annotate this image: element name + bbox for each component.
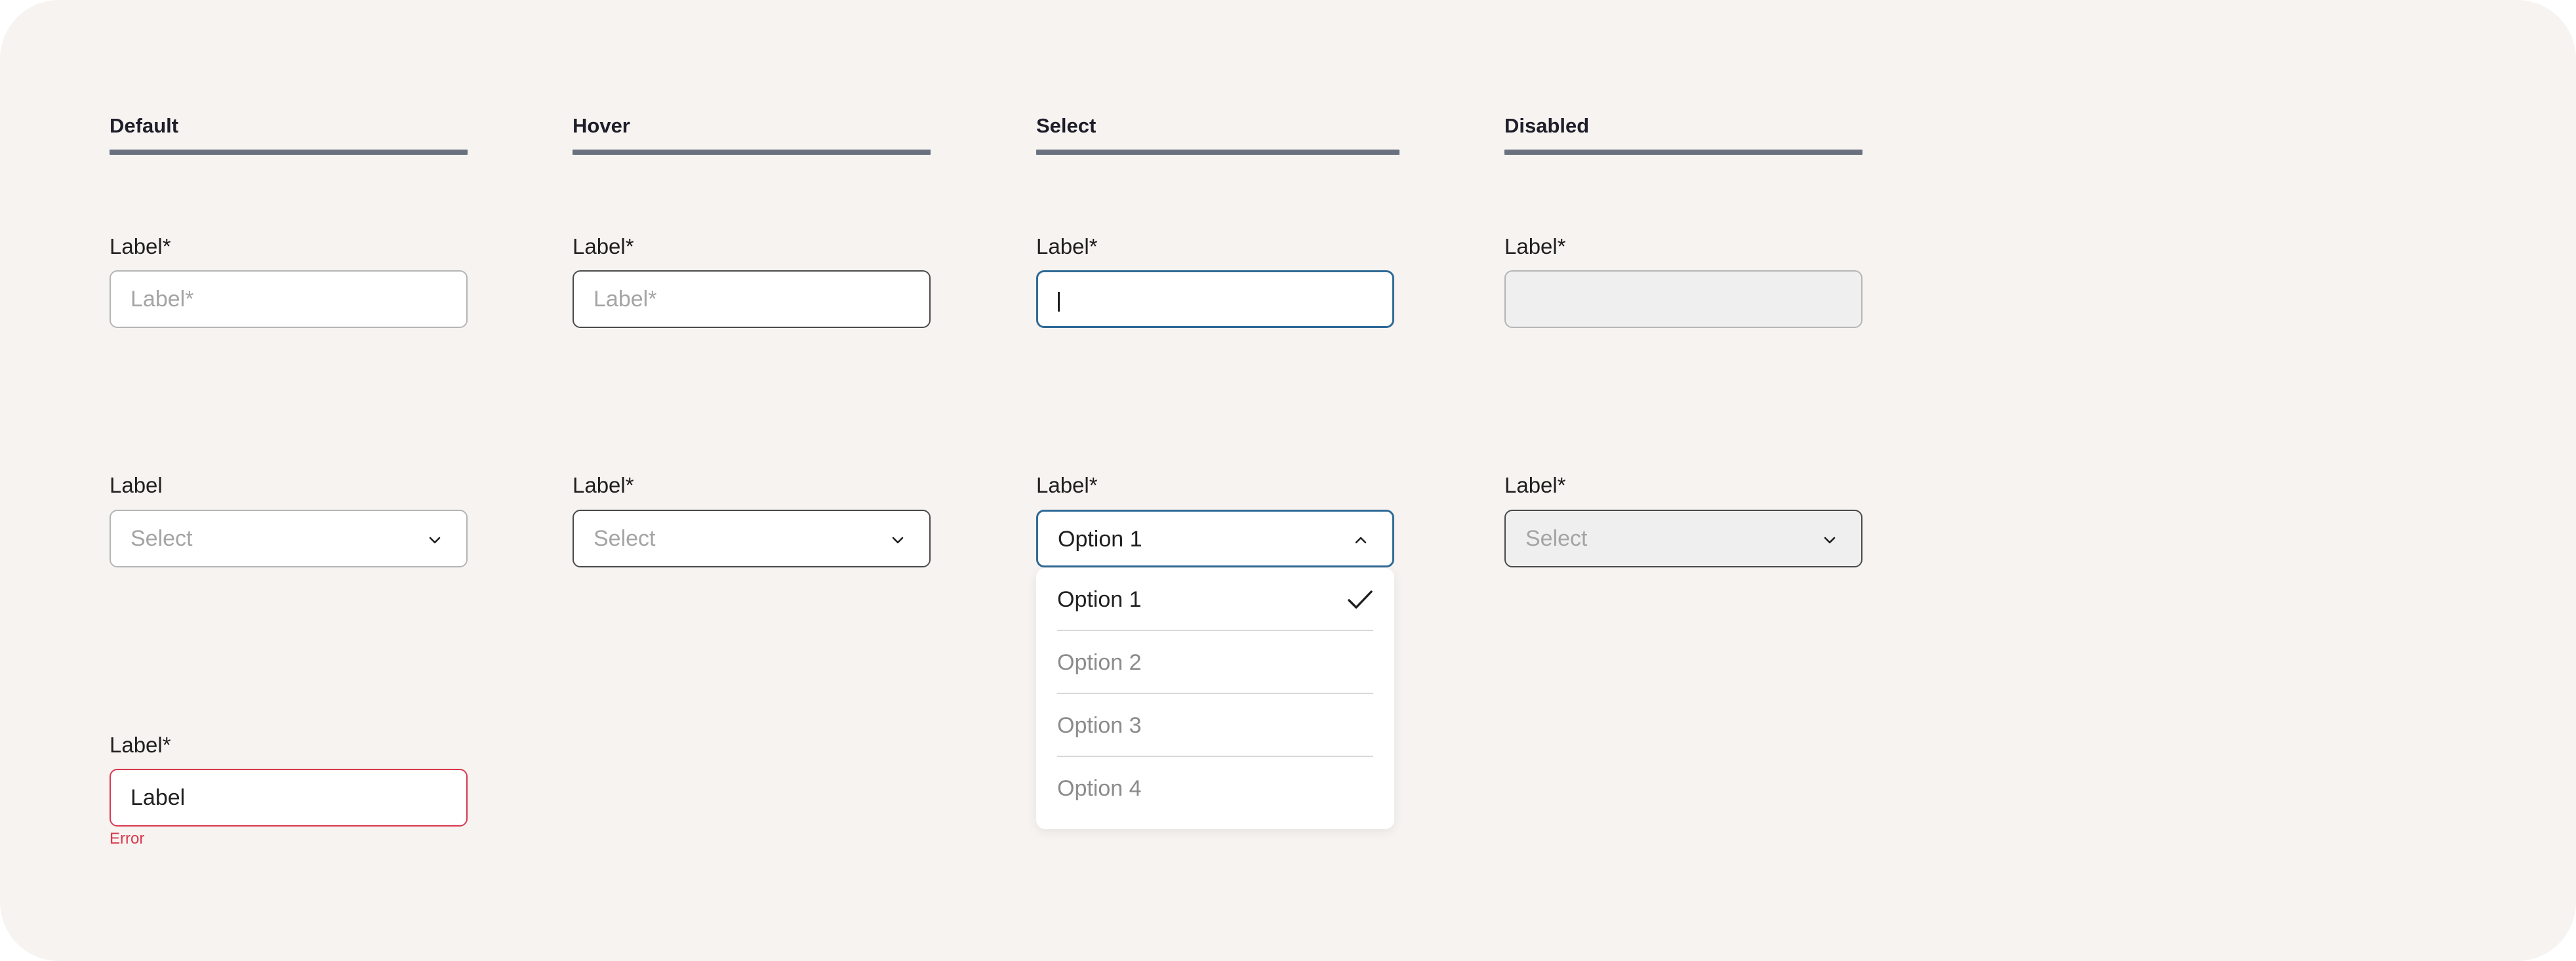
select-open[interactable]: Option 1 bbox=[1036, 510, 1394, 567]
text-input-error[interactable]: Label bbox=[110, 769, 468, 827]
option-label: Option 2 bbox=[1057, 650, 1142, 675]
canvas: Default Hover Select Disabled Label* Lab… bbox=[0, 0, 2576, 961]
dropdown-option[interactable]: Option 3 bbox=[1057, 694, 1373, 757]
select-label-default: Label bbox=[110, 473, 163, 497]
select-placeholder: Select bbox=[131, 526, 193, 551]
placeholder-text: Label* bbox=[131, 287, 194, 312]
column-title: Hover bbox=[573, 114, 630, 137]
select-value: Option 1 bbox=[1058, 527, 1142, 552]
select-label-open: Label* bbox=[1036, 473, 1098, 497]
column-title: Default bbox=[110, 114, 179, 137]
dropdown-option[interactable]: Option 1 bbox=[1057, 568, 1373, 631]
select-label-hover: Label* bbox=[573, 473, 634, 497]
select-default[interactable]: Select bbox=[110, 510, 468, 567]
column-rule bbox=[573, 150, 931, 155]
chevron-up-icon bbox=[1355, 537, 1367, 544]
error-message: Error bbox=[110, 830, 145, 848]
error-field-label: Label* bbox=[110, 733, 171, 757]
text-input-hover[interactable]: Label* bbox=[573, 270, 931, 328]
column-rule bbox=[110, 150, 468, 155]
text-cursor bbox=[1058, 292, 1060, 312]
column-title: Disabled bbox=[1504, 114, 1590, 137]
option-label: Option 3 bbox=[1057, 713, 1142, 738]
chevron-down-icon bbox=[892, 537, 904, 544]
column-title: Select bbox=[1036, 114, 1097, 137]
text-input-focused[interactable] bbox=[1036, 270, 1394, 328]
text-input-default[interactable]: Label* bbox=[110, 270, 468, 328]
select-disabled: Select bbox=[1504, 510, 1862, 567]
text-field-label-select: Label* bbox=[1036, 234, 1098, 258]
input-value: Label bbox=[131, 785, 186, 810]
check-icon bbox=[1348, 590, 1373, 609]
column-header-default: Default bbox=[110, 113, 468, 155]
select-placeholder: Select bbox=[594, 526, 656, 551]
column-header-disabled: Disabled bbox=[1504, 113, 1862, 155]
placeholder-text: Label* bbox=[594, 287, 657, 312]
column-rule bbox=[1036, 150, 1399, 155]
select-placeholder: Select bbox=[1525, 526, 1588, 551]
dropdown-option[interactable]: Option 4 bbox=[1057, 757, 1373, 820]
select-label-disabled: Label* bbox=[1504, 473, 1566, 497]
text-field-label-disabled: Label* bbox=[1504, 234, 1566, 258]
select-hover[interactable]: Select bbox=[573, 510, 931, 567]
text-field-label-hover: Label* bbox=[573, 234, 634, 258]
column-rule bbox=[1504, 150, 1862, 155]
dropdown-option[interactable]: Option 2 bbox=[1057, 631, 1373, 694]
column-header-select: Select bbox=[1036, 113, 1399, 155]
column-header-hover: Hover bbox=[573, 113, 931, 155]
text-field-label-default: Label* bbox=[110, 234, 171, 258]
option-label: Option 1 bbox=[1057, 587, 1142, 612]
chevron-down-icon bbox=[1824, 537, 1836, 544]
text-input-disabled bbox=[1504, 270, 1862, 328]
chevron-down-icon bbox=[429, 537, 441, 544]
option-label: Option 4 bbox=[1057, 776, 1142, 801]
dropdown-menu: Option 1 Option 2 Option 3 Option 4 bbox=[1036, 568, 1394, 829]
